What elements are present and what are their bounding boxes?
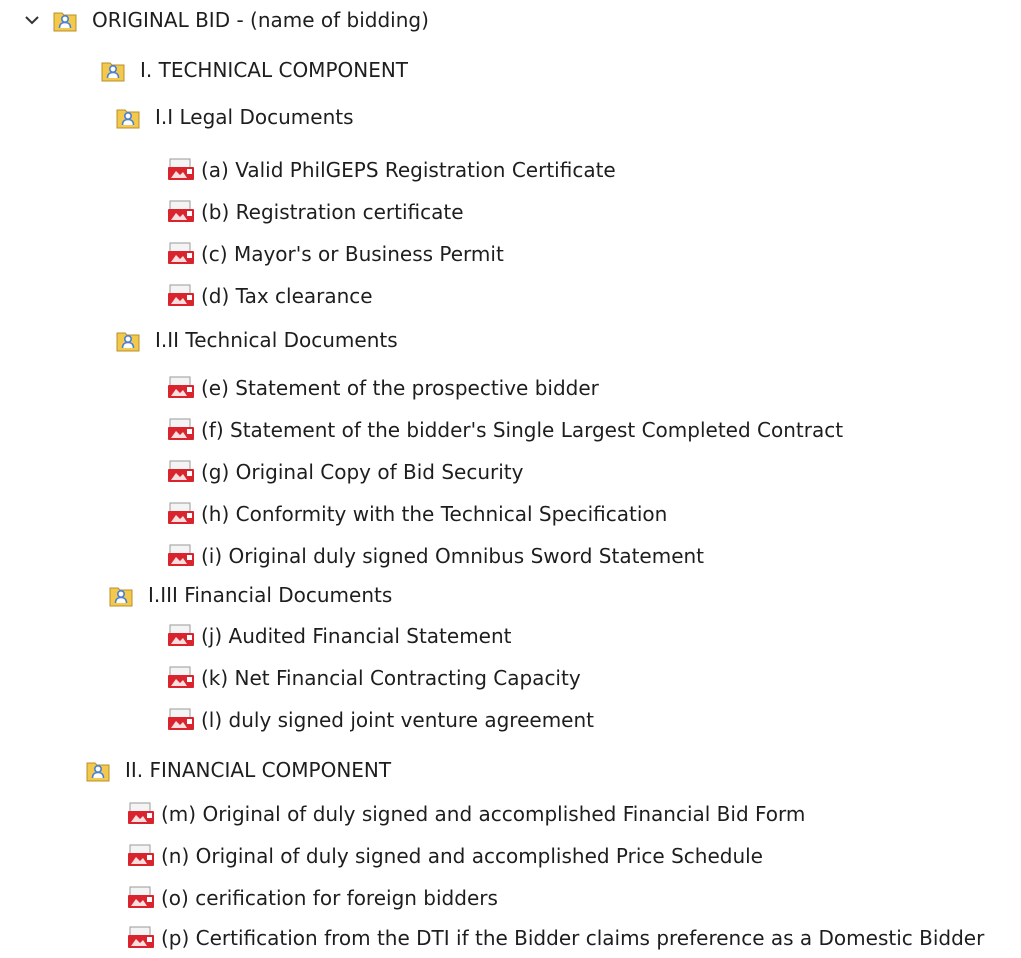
tree-node-label: I.III Financial Documents [148, 583, 393, 607]
shared-folder-icon [52, 7, 78, 33]
shared-folder-icon [85, 757, 111, 783]
tree-node-label: I.II Technical Documents [155, 328, 398, 352]
tree-file-item[interactable]: (j) Audited Financial Statement [167, 616, 512, 656]
tree-file-item[interactable]: (a) Valid PhilGEPS Registration Certific… [167, 150, 616, 190]
pdf-file-icon [167, 624, 195, 648]
pdf-file-icon [167, 460, 195, 484]
tree-file-item[interactable]: (b) Registration certificate [167, 192, 464, 232]
tree-file-label: (b) Registration certificate [201, 200, 464, 224]
pdf-file-icon [127, 802, 155, 826]
tree-file-item[interactable]: (c) Mayor's or Business Permit [167, 234, 504, 274]
tree-file-label: (k) Net Financial Contracting Capacity [201, 666, 581, 690]
tree-file-label: (h) Conformity with the Technical Specif… [201, 502, 668, 526]
tree-file-item[interactable]: (o) cerification for foreign bidders [127, 878, 498, 918]
tree-node-technical-documents[interactable]: I.II Technical Documents [115, 320, 398, 360]
tree-node-label: II. FINANCIAL COMPONENT [125, 758, 392, 782]
tree-file-label: (e) Statement of the prospective bidder [201, 376, 599, 400]
tree-node-label: I.I Legal Documents [155, 105, 354, 129]
tree-file-label: (m) Original of duly signed and accompli… [161, 802, 806, 826]
tree-file-item[interactable]: (f) Statement of the bidder's Single Lar… [167, 410, 843, 450]
tree-file-item[interactable]: (p) Certification from the DTI if the Bi… [127, 918, 984, 958]
file-tree: ORIGINAL BID - (name of bidding) I. TECH… [0, 0, 1021, 951]
pdf-file-icon [167, 158, 195, 182]
tree-file-item[interactable]: (m) Original of duly signed and accompli… [127, 794, 805, 834]
pdf-file-icon [167, 284, 195, 308]
shared-folder-icon [115, 104, 141, 130]
tree-node-root[interactable]: ORIGINAL BID - (name of bidding) [22, 0, 429, 40]
tree-file-item[interactable]: (n) Original of duly signed and accompli… [127, 836, 763, 876]
pdf-file-icon [167, 200, 195, 224]
pdf-file-icon [167, 418, 195, 442]
pdf-file-icon [167, 502, 195, 526]
tree-file-item[interactable]: (l) duly signed joint venture agreement [167, 700, 594, 740]
tree-file-item[interactable]: (i) Original duly signed Omnibus Sword S… [167, 536, 704, 576]
shared-folder-icon [100, 57, 126, 83]
tree-file-label: (d) Tax clearance [201, 284, 373, 308]
tree-file-label: (p) Certification from the DTI if the Bi… [161, 926, 985, 950]
pdf-file-icon [167, 544, 195, 568]
tree-file-label: (c) Mayor's or Business Permit [201, 242, 504, 266]
pdf-file-icon [167, 242, 195, 266]
tree-file-label: (j) Audited Financial Statement [201, 624, 512, 648]
tree-file-label: (n) Original of duly signed and accompli… [161, 844, 763, 868]
pdf-file-icon [127, 844, 155, 868]
pdf-file-icon [127, 926, 155, 950]
tree-node-technical-component[interactable]: I. TECHNICAL COMPONENT [100, 50, 408, 90]
chevron-down-icon[interactable] [22, 10, 42, 30]
shared-folder-icon [115, 327, 141, 353]
pdf-file-icon [167, 666, 195, 690]
tree-file-label: (a) Valid PhilGEPS Registration Certific… [201, 158, 616, 182]
tree-file-item[interactable]: (h) Conformity with the Technical Specif… [167, 494, 667, 534]
tree-node-financial-documents[interactable]: I.III Financial Documents [108, 575, 392, 615]
tree-file-item[interactable]: (e) Statement of the prospective bidder [167, 368, 599, 408]
tree-node-financial-component[interactable]: II. FINANCIAL COMPONENT [85, 750, 391, 790]
tree-file-label: (f) Statement of the bidder's Single Lar… [201, 418, 844, 442]
pdf-file-icon [127, 886, 155, 910]
tree-file-item[interactable]: (k) Net Financial Contracting Capacity [167, 658, 581, 698]
tree-file-item[interactable]: (d) Tax clearance [167, 276, 373, 316]
tree-file-label: (o) cerification for foreign bidders [161, 886, 498, 910]
tree-file-item[interactable]: (g) Original Copy of Bid Security [167, 452, 523, 492]
tree-file-label: (g) Original Copy of Bid Security [201, 460, 524, 484]
shared-folder-icon [108, 582, 134, 608]
pdf-file-icon [167, 708, 195, 732]
tree-file-label: (l) duly signed joint venture agreement [201, 708, 594, 732]
tree-node-label: I. TECHNICAL COMPONENT [140, 58, 409, 82]
tree-node-label: ORIGINAL BID - (name of bidding) [92, 8, 429, 32]
tree-file-label: (i) Original duly signed Omnibus Sword S… [201, 544, 705, 568]
tree-node-legal-documents[interactable]: I.I Legal Documents [115, 97, 354, 137]
pdf-file-icon [167, 376, 195, 400]
